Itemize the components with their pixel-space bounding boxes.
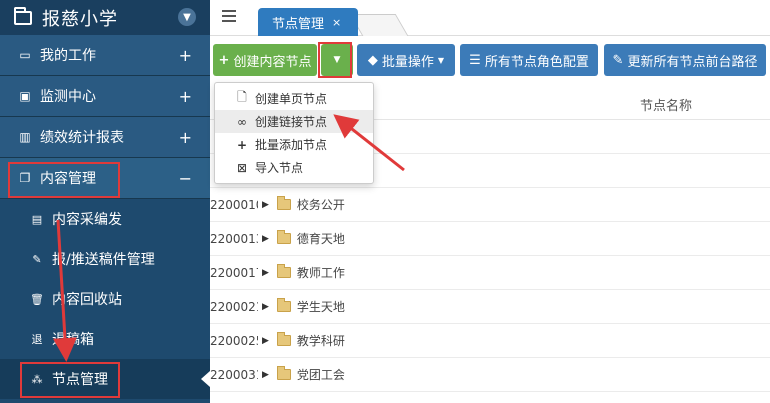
submenu-item-recycle[interactable]: 🗑 内容回收站 <box>0 279 210 319</box>
row-id: 2200013 <box>210 231 258 246</box>
menu-item-label: 创建链接节点 <box>255 115 328 129</box>
trash-icon: 🗑 <box>30 292 44 306</box>
folder-icon <box>276 298 291 312</box>
caret-right-icon[interactable]: ▶ <box>262 200 269 210</box>
submenu-item-rejected[interactable]: 退 退稿箱 <box>0 319 210 359</box>
list-icon: ☰ <box>469 52 481 68</box>
row-name[interactable]: 校务公开 <box>297 196 345 213</box>
caret-right-icon[interactable]: ▶ <box>262 268 269 278</box>
return-icon: 退 <box>31 333 43 346</box>
caret-right-icon[interactable]: ▶ <box>262 370 269 380</box>
row-id: 2200025 <box>210 333 258 348</box>
menu-item-label: 批量添加节点 <box>255 138 328 152</box>
folder-icon <box>276 230 291 244</box>
menu-item-label: 绩效统计报表 <box>40 130 124 146</box>
edit-icon: ✎ <box>612 52 624 68</box>
link-icon: ∞ <box>237 114 247 129</box>
expand-icon[interactable]: + <box>179 128 192 147</box>
annotation-box-dropdown-toggle <box>318 42 352 78</box>
folder-icon <box>276 196 291 210</box>
table-row[interactable]: 2200010 ▶ 校务公开 <box>210 188 770 222</box>
submenu-item-label: 退稿箱 <box>52 332 94 348</box>
row-name[interactable]: 教师工作 <box>297 264 345 281</box>
plus-icon: + <box>218 52 230 68</box>
tab-node-management[interactable]: 节点管理 × <box>258 8 358 36</box>
row-id: 2200017 <box>210 265 258 280</box>
tab-label: 节点管理 <box>272 16 325 32</box>
annotation-box-node-management <box>20 362 120 398</box>
excel-icon: ⊠ <box>236 160 248 175</box>
update-paths-button[interactable]: ✎ 更新所有节点前台路径 <box>604 44 766 76</box>
menu-item-batch-add[interactable]: + 批量添加节点 <box>215 133 373 156</box>
column-header-name: 节点名称 <box>640 99 693 114</box>
caret-down-icon: ▼ <box>437 55 445 65</box>
create-node-dropdown-menu: 🗋 创建单页节点 ∞ 创建链接节点 + 批量添加节点 ⊠ 导入节点 <box>214 82 374 184</box>
batch-ops-button[interactable]: ◆ 批量操作 ▼ <box>357 44 455 76</box>
close-icon[interactable]: × <box>332 16 341 29</box>
brand-title: 报慈小学 <box>42 8 118 30</box>
edit-icon: ✎ <box>32 252 42 266</box>
row-id: 2200021 <box>210 299 258 314</box>
caret-right-icon[interactable]: ▶ <box>262 336 269 346</box>
table-row[interactable]: 2200025 ▶ 教学科研 <box>210 324 770 358</box>
row-name[interactable]: 学生天地 <box>297 298 345 315</box>
cubes-icon: ◆ <box>367 52 378 68</box>
submenu-item-content-edit[interactable]: ▤ 内容采编发 <box>0 199 210 239</box>
caret-right-icon[interactable]: ▶ <box>262 234 269 244</box>
role-config-label: 所有节点角色配置 <box>484 54 589 70</box>
table-row[interactable]: 2200013 ▶ 德育天地 <box>210 222 770 256</box>
menu-item-create-single-page[interactable]: 🗋 创建单页节点 <box>215 87 373 110</box>
menu-item-my-work[interactable]: ▭ 我的工作 + <box>0 35 210 76</box>
laptop-icon: ▭ <box>19 48 31 62</box>
toolbar: + 创建内容节点 ▼ ◆ 批量操作 ▼ ☰ 所有节点角色配置 ✎ 更新所有节点前… <box>210 44 770 78</box>
folder-icon <box>276 366 291 380</box>
menu-toggle-icon[interactable] <box>222 10 236 22</box>
menu-item-label: 监测中心 <box>40 89 96 105</box>
row-id: 2200031 <box>210 367 258 382</box>
folder-icon <box>14 6 32 25</box>
document-icon: ▤ <box>31 212 43 226</box>
caret-right-icon[interactable]: ▶ <box>262 302 269 312</box>
table-row[interactable]: 2200021 ▶ 学生天地 <box>210 290 770 324</box>
batch-ops-label: 批量操作 <box>381 54 434 70</box>
menu-item-monitor[interactable]: ▣ 监测中心 + <box>0 76 210 117</box>
submenu-item-label: 内容采编发 <box>52 212 122 228</box>
annotation-box-content-management <box>8 162 120 198</box>
menu-item-label: 导入节点 <box>255 161 304 175</box>
table-row[interactable]: 2200031 ▶ 党团工会 <box>210 358 770 392</box>
create-node-label: 创建内容节点 <box>233 54 312 70</box>
collapse-icon[interactable]: − <box>179 169 192 188</box>
file-icon: 🗋 <box>237 90 247 104</box>
create-node-button[interactable]: + 创建内容节点 <box>213 44 317 76</box>
menu-item-stats[interactable]: ▥ 绩效统计报表 + <box>0 117 210 158</box>
menu-item-label: 创建单页节点 <box>255 92 328 106</box>
row-name[interactable]: 党团工会 <box>297 366 345 383</box>
monitor-icon: ▣ <box>19 89 31 103</box>
update-paths-label: 更新所有节点前台路径 <box>627 54 758 70</box>
folder-icon <box>276 264 291 278</box>
submenu-item-push[interactable]: ✎ 报/推送稿件管理 <box>0 239 210 279</box>
menu-item-create-link[interactable]: ∞ 创建链接节点 <box>215 110 373 133</box>
menu-item-label: 我的工作 <box>40 48 96 64</box>
row-id: 2200010 <box>210 197 258 212</box>
brand-bar: 报慈小学 ▼ <box>0 0 210 35</box>
tab-placeholder <box>349 14 409 36</box>
chevron-down-icon[interactable]: ▼ <box>178 8 196 26</box>
submenu-item-label: 报/推送稿件管理 <box>52 252 155 268</box>
folder-icon <box>276 332 291 346</box>
expand-icon[interactable]: + <box>179 46 192 65</box>
role-config-button[interactable]: ☰ 所有节点角色配置 <box>460 44 598 76</box>
sidebar: 报慈小学 ▼ ▭ 我的工作 + ▣ 监测中心 + ▥ 绩效统计报表 + ❐ 内容… <box>0 0 210 403</box>
menu-item-import[interactable]: ⊠ 导入节点 <box>215 156 373 179</box>
submenu-item-label: 内容回收站 <box>52 292 122 308</box>
bar-chart-icon: ▥ <box>19 130 31 144</box>
expand-icon[interactable]: + <box>179 87 192 106</box>
row-name[interactable]: 德育天地 <box>297 230 345 247</box>
top-bar: 节点管理 × <box>210 0 770 36</box>
table-row[interactable]: 2200017 ▶ 教师工作 <box>210 256 770 290</box>
plus-icon: + <box>236 137 248 152</box>
row-name[interactable]: 教学科研 <box>297 332 345 349</box>
